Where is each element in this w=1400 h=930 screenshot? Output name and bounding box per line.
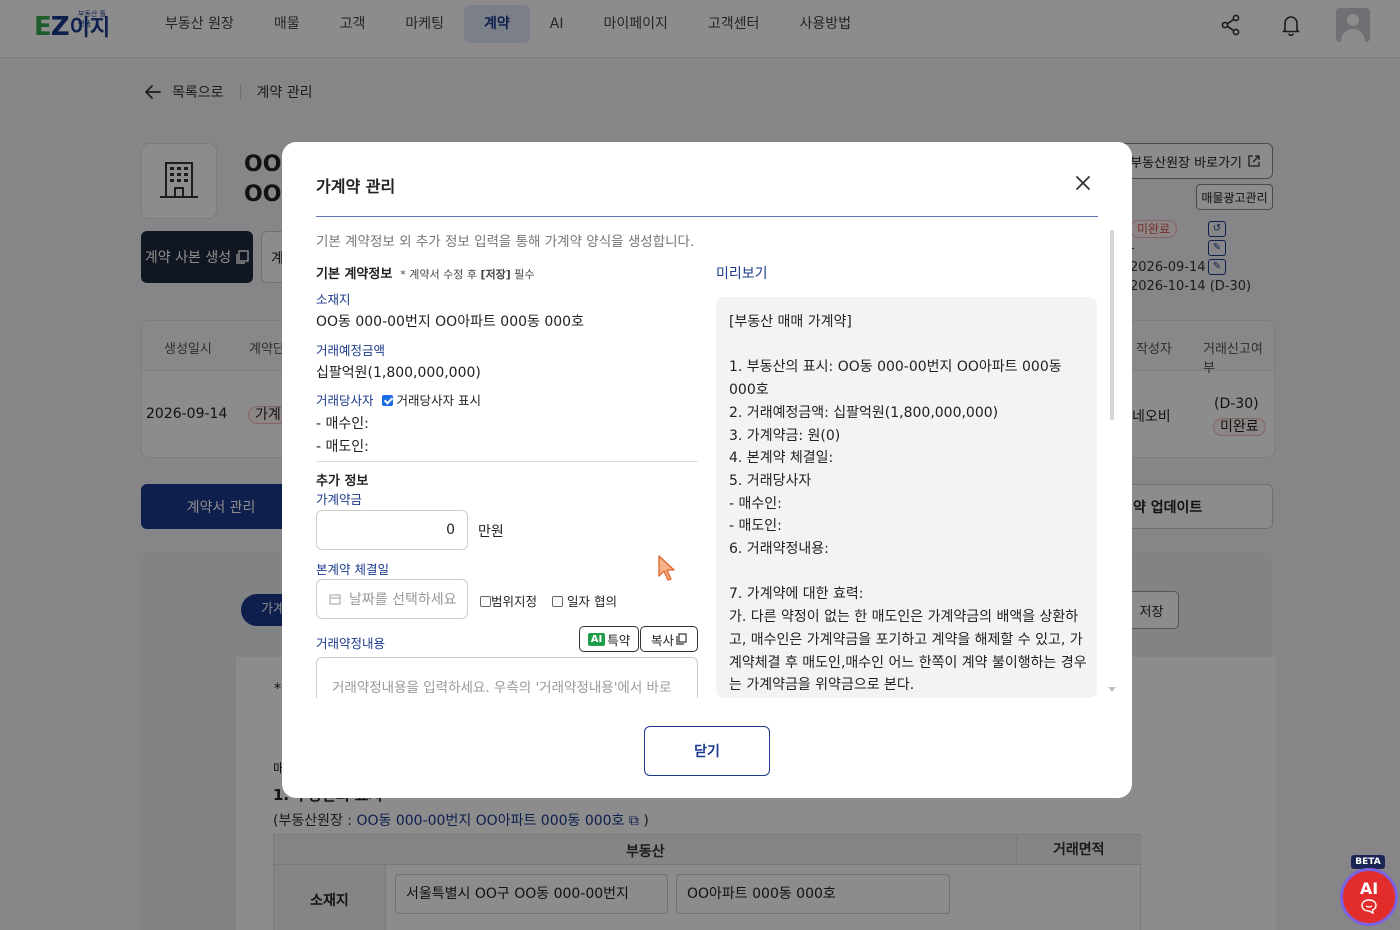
save-note-bold: [저장] xyxy=(480,268,511,281)
range-checkbox[interactable]: 범위지정 xyxy=(480,591,537,610)
ai-special-terms-label: 특약 xyxy=(607,632,631,648)
buyer-line: - 매수인: xyxy=(316,416,369,432)
preview-line: 5. 거래당사자 xyxy=(729,472,812,489)
calendar-icon xyxy=(329,594,341,605)
seller-line: - 매도인: xyxy=(316,439,369,455)
modal-divider xyxy=(316,216,1098,217)
date-negotiable-checkbox[interactable]: 일자 협의 xyxy=(552,591,617,610)
show-parties-label: 거래당사자 표시 xyxy=(396,393,481,408)
beta-badge: BETA xyxy=(1351,855,1385,869)
preview-line: 는 가계약금을 위약금으로 본다. xyxy=(729,677,915,694)
deposit-label: 가계약금 xyxy=(316,492,363,507)
ai-special-terms-button[interactable]: AI 특약 xyxy=(579,626,639,652)
modal-form: 기본 계약정보 * 계약서 수정 후 [저장] 필수 소재지 OO동 000-00… xyxy=(316,260,698,698)
ai-badge: AI xyxy=(587,632,606,646)
basic-info-title: 기본 계약정보 xyxy=(316,267,393,282)
range-label: 범위지정 xyxy=(491,594,538,609)
date-placeholder: 날짜를 선택하세요 xyxy=(349,592,457,608)
preview-label: 미리보기 xyxy=(716,266,768,282)
basic-info-heading: 기본 계약정보 * 계약서 수정 후 [저장] 필수 xyxy=(316,263,535,282)
checkbox-icon xyxy=(480,596,491,607)
preview-line: 3. 가계약금: 원(0) xyxy=(729,427,841,444)
modal-scrollbar[interactable] xyxy=(1110,230,1114,420)
scroll-down-arrow-icon[interactable] xyxy=(1108,687,1116,692)
preview-line: 고, 매수인은 가계약금을 포기하고 계약을 해제할 수 있고, 가 xyxy=(729,631,1083,648)
provisional-contract-modal: 가계약 관리 기본 계약정보 외 추가 정보 입력을 통해 가계약 양식을 생성… xyxy=(282,142,1132,798)
copy-icon xyxy=(676,633,687,645)
mouse-cursor-icon xyxy=(658,555,675,581)
modal-description: 기본 계약정보 외 추가 정보 입력을 통해 가계약 양식을 생성합니다. xyxy=(316,234,695,250)
extra-info-heading: 추가 정보 xyxy=(316,474,369,489)
price-label: 거래예정금액 xyxy=(316,343,386,358)
date-picker-input[interactable]: 날짜를 선택하세요 xyxy=(316,579,468,619)
preview-line: 4. 본계약 체결일: xyxy=(729,450,834,467)
modal-title: 가계약 관리 xyxy=(316,177,396,196)
location-label: 소재지 xyxy=(316,292,351,307)
preview-line: 7. 가계약에 대한 효력: xyxy=(729,586,864,603)
preview-line: 6. 거래약정내용: xyxy=(729,541,829,558)
ai-chat-button[interactable]: AI xyxy=(1340,868,1398,926)
save-note: * 계약서 수정 후 [저장] 필수 xyxy=(400,268,534,281)
price-value: 십팔억원(1,800,000,000) xyxy=(316,365,481,381)
show-parties-checkbox[interactable]: 거래당사자 표시 xyxy=(381,390,481,409)
preview-line: 가. 다른 약정이 없는 한 매도인은 가계약금의 배액을 상환하 xyxy=(729,609,1079,626)
terms-textarea[interactable]: 거래약정내용을 입력하세요. 우측의 '거래약정내용'에서 바로 xyxy=(316,657,698,698)
section-divider xyxy=(316,461,698,462)
deposit-unit: 만원 xyxy=(478,524,504,540)
preview-line xyxy=(729,561,1085,584)
close-icon[interactable] xyxy=(1072,172,1094,194)
chat-icon xyxy=(1361,899,1377,914)
parties-row: 거래당사자 거래당사자 표시 xyxy=(316,390,481,409)
preview-line: 2. 거래예정금액: 십팔억원(1,800,000,000) xyxy=(729,404,999,421)
deposit-input[interactable]: 0 xyxy=(316,510,468,550)
preview-line: [부동산 매매 가계약] xyxy=(729,314,852,330)
terms-label: 거래약정내용 xyxy=(316,636,386,651)
copy-label: 복사 xyxy=(650,632,674,648)
preview-line: 계약체결 후 매도인,매수인 어느 한쪽이 계약 불이행하는 경우 xyxy=(729,654,1087,671)
ai-chat-label: AI xyxy=(1359,879,1379,898)
location-value: OO동 000-00번지 OO아파트 000동 000호 xyxy=(316,314,584,330)
checkbox-icon xyxy=(552,596,563,607)
save-note-pre: * 계약서 수정 후 xyxy=(400,268,481,281)
main-contract-date-label: 본계약 체결일 xyxy=(316,562,389,577)
checkbox-checked-icon xyxy=(381,395,393,406)
preview-box: [부동산 매매 가계약] 1. 부동산의 표시: OO동 000-00번지 OO아… xyxy=(716,297,1097,698)
preview-line: - 매수인: xyxy=(729,495,782,512)
negotiable-label: 일자 협의 xyxy=(566,594,617,609)
parties-label: 거래당사자 xyxy=(316,393,374,408)
preview-line: 000호 xyxy=(729,382,769,399)
copy-button[interactable]: 복사 xyxy=(640,626,698,652)
preview-line xyxy=(729,334,1085,357)
preview-line: 1. 부동산의 표시: OO동 000-00번지 OO아파트 000동 xyxy=(729,359,1062,376)
save-note-post: 필수 xyxy=(510,268,535,281)
close-button[interactable]: 닫기 xyxy=(644,726,770,776)
preview-line: - 매도인: xyxy=(729,518,782,535)
